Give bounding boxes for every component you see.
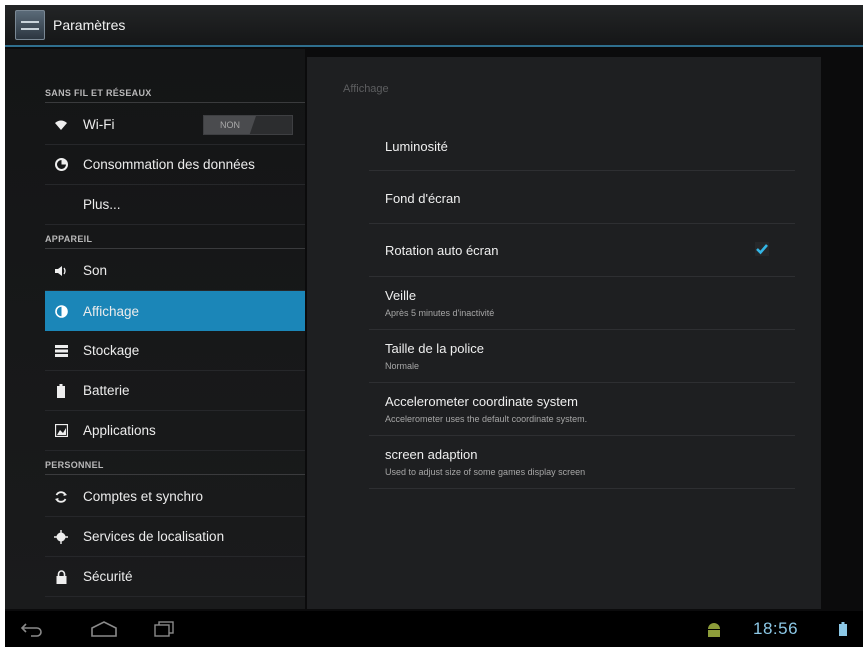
lock-icon [54, 569, 68, 584]
pref-title: Accelerometer coordinate system [385, 394, 578, 409]
nav-item-label: Comptes et synchro [83, 489, 204, 504]
wifi-toggle-state: NON [204, 116, 256, 134]
nav-item-label: Wi-Fi [83, 117, 115, 132]
auto-rotate-checkbox[interactable] [755, 242, 769, 256]
display-settings-pane: Affichage Luminosité Fond d'écran Rotati… [307, 57, 821, 609]
nav-item-security[interactable]: Sécurité [45, 557, 305, 597]
nav-item-label: Affichage [83, 303, 140, 319]
settings-app-icon[interactable] [15, 10, 45, 40]
back-button[interactable] [19, 611, 45, 647]
status-clock: 18:56 [753, 619, 799, 638]
pref-accelerometer[interactable]: Accelerometer coordinate system Accelero… [369, 383, 795, 436]
pref-brightness[interactable]: Luminosité [369, 119, 795, 171]
tablet-screen: Paramètres SANS FIL ET RÉSEAUX Wi-Fi NON… [5, 5, 863, 647]
back-icon [20, 623, 42, 637]
pref-summary: Normale [385, 361, 420, 371]
app-title: Paramètres [53, 17, 126, 33]
nav-item-wifi[interactable]: Wi-Fi NON [45, 105, 305, 145]
nav-item-more[interactable]: Plus... [45, 185, 305, 225]
section-header-personal: PERSONNEL [45, 455, 305, 475]
nav-item-label: Applications [83, 423, 156, 438]
pref-auto-rotate[interactable]: Rotation auto écran [369, 224, 795, 277]
nav-item-label: Batterie [83, 383, 130, 398]
nav-item-accounts-sync[interactable]: Comptes et synchro [45, 477, 305, 517]
pref-sleep[interactable]: Veille Après 5 minutes d'inactivité [369, 277, 795, 330]
nav-item-label: Services de localisation [83, 529, 225, 544]
nav-item-partial[interactable] [45, 597, 305, 609]
nav-item-label: Sécurité [83, 569, 133, 584]
pref-title: Veille [385, 288, 417, 303]
section-header-wireless: SANS FIL ET RÉSEAUX [45, 83, 305, 103]
nav-item-label: Stockage [83, 343, 140, 358]
nav-item-storage[interactable]: Stockage [45, 331, 305, 371]
pref-title: Fond d'écran [385, 191, 461, 206]
section-header-device: APPAREIL [45, 229, 305, 249]
action-bar: Paramètres [5, 5, 863, 47]
battery-status [839, 611, 847, 647]
pane-title: Affichage [343, 83, 389, 95]
pref-title: Luminosité [385, 139, 448, 154]
nav-item-display[interactable]: Affichage [45, 291, 305, 331]
wifi-toggle[interactable]: NON [203, 115, 293, 135]
nav-item-data-usage[interactable]: Consommation des données [45, 145, 305, 185]
pref-summary: Accelerometer uses the default coordinat… [385, 414, 588, 424]
home-icon [91, 621, 117, 637]
nav-item-label: Son [83, 263, 108, 278]
recent-apps-button[interactable] [153, 611, 175, 647]
settings-nav: SANS FIL ET RÉSEAUX Wi-Fi NON Consommati… [5, 49, 305, 609]
pref-title: screen adaption [385, 447, 478, 462]
battery-icon [54, 383, 68, 398]
pref-summary: Après 5 minutes d'inactivité [385, 308, 495, 318]
wifi-icon [54, 118, 68, 132]
pref-font-size[interactable]: Taille de la police Normale [369, 330, 795, 383]
nav-item-location[interactable]: Services de localisation [45, 517, 305, 557]
pref-title: Rotation auto écran [385, 243, 499, 258]
battery-status-icon [839, 622, 847, 636]
location-icon [54, 529, 68, 544]
nav-item-apps[interactable]: Applications [45, 411, 305, 451]
apps-icon [54, 424, 68, 438]
home-button[interactable] [89, 611, 119, 647]
nav-item-label: Consommation des données [83, 157, 255, 172]
pref-summary: Used to adjust size of some games displa… [385, 467, 586, 477]
nav-item-sound[interactable]: Son [45, 251, 305, 291]
storage-icon [54, 344, 68, 358]
android-icon [708, 623, 720, 637]
recent-apps-icon [154, 621, 174, 637]
pref-title: Taille de la police [385, 341, 485, 356]
data-usage-icon [54, 158, 68, 172]
pref-wallpaper[interactable]: Fond d'écran [369, 171, 795, 224]
pref-screen-adaption[interactable]: screen adaption Used to adjust size of s… [369, 436, 795, 489]
nav-item-battery[interactable]: Batterie [45, 371, 305, 411]
sync-icon [54, 490, 68, 504]
speaker-icon [54, 264, 68, 278]
nav-item-label: Plus... [83, 197, 121, 212]
android-notification[interactable] [705, 611, 723, 647]
brightness-icon [54, 304, 68, 318]
system-nav-bar: 18:56 [5, 611, 863, 647]
